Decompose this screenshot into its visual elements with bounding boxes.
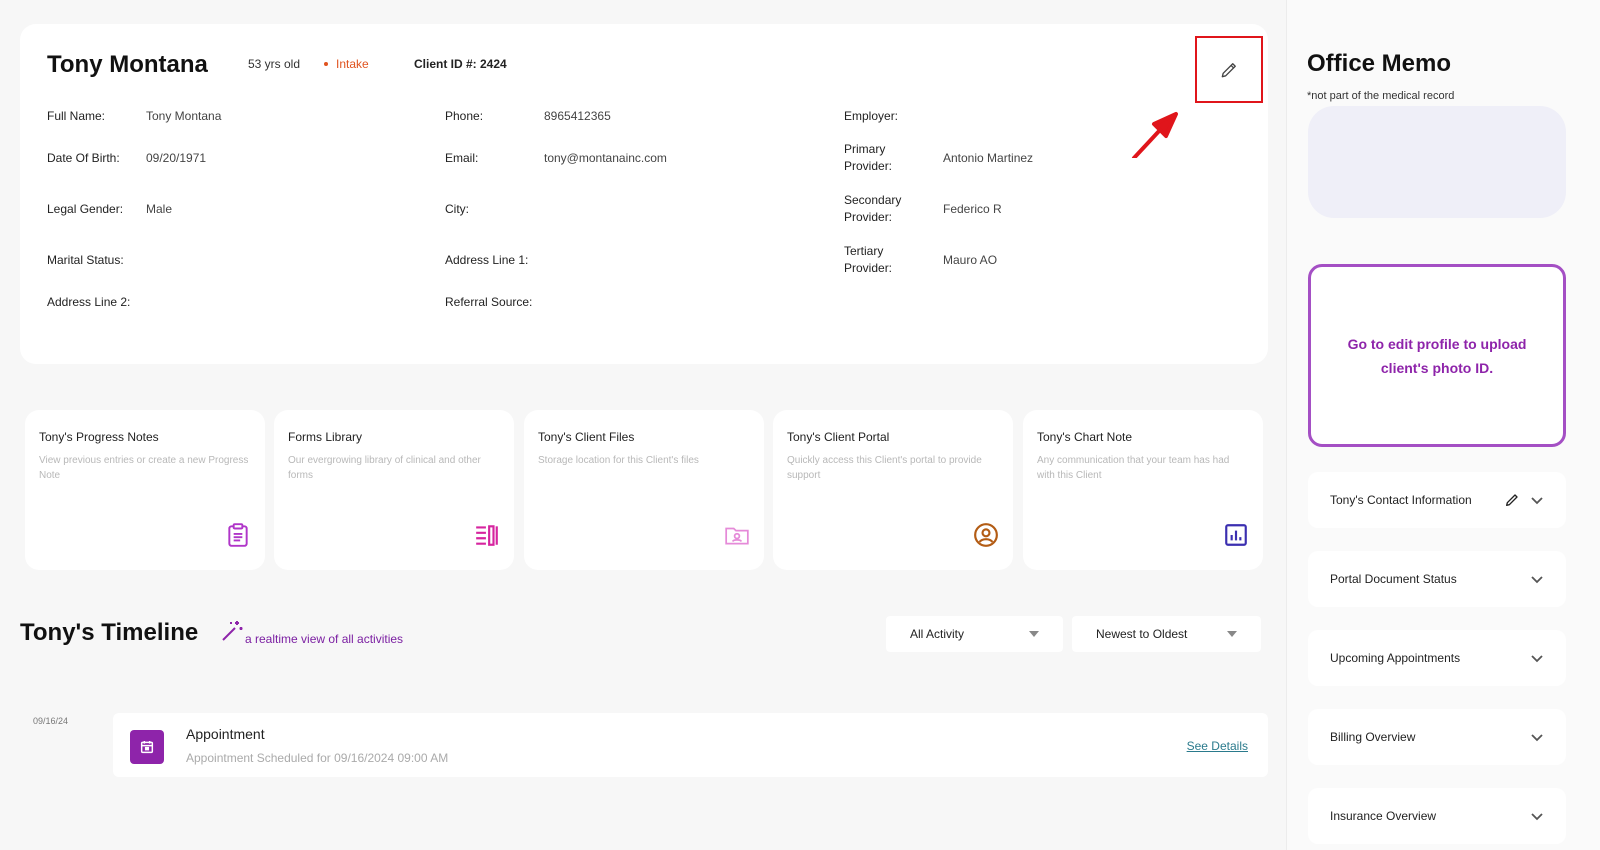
field-label: Secondary Provider: xyxy=(844,193,902,224)
photo-id-placeholder[interactable]: Go to edit profile to upload client's ph… xyxy=(1308,264,1566,447)
tile-description: Storage location for this Client's files xyxy=(538,455,699,466)
accordion-billing-overview[interactable]: Billing Overview xyxy=(1308,709,1566,765)
accordion-label: Upcoming Appointments xyxy=(1330,651,1461,665)
timeline-item-description: Appointment Scheduled for 09/16/2024 09:… xyxy=(186,751,449,765)
field-value: Mauro AO xyxy=(943,253,998,267)
sort-order-value: Newest to Oldest xyxy=(1096,627,1188,641)
caret-down-icon xyxy=(1029,631,1039,637)
tile-description: Quickly access this Client's portal to p… xyxy=(787,455,982,481)
status-dot xyxy=(324,61,328,66)
tile-description: Our evergrowing library of clinical and … xyxy=(288,455,481,481)
tile-title: Forms Library xyxy=(288,430,363,444)
field-label: Primary Provider: xyxy=(844,142,893,173)
accordion-label: Tony's Contact Information xyxy=(1330,493,1472,507)
timeline-subtitle: a realtime view of all activities xyxy=(245,632,404,646)
chevron-down-icon[interactable] xyxy=(1530,574,1544,584)
tile-forms-library[interactable]: Forms Library Our evergrowing library of… xyxy=(274,410,514,570)
user-circle-icon xyxy=(974,523,998,547)
accordion-insurance-overview[interactable]: Insurance Overview xyxy=(1308,788,1566,844)
clipboard-icon xyxy=(228,523,248,547)
tile-title: Tony's Client Files xyxy=(538,430,635,444)
field-value: tony@montanainc.com xyxy=(544,151,667,165)
field-label: Full Name: xyxy=(47,109,106,123)
field-value: Antonio Martinez xyxy=(943,151,1034,165)
magic-wand-icon xyxy=(222,621,243,641)
tile-description: Any communication that your team has had… xyxy=(1037,455,1230,481)
field-value: 09/20/1971 xyxy=(146,151,207,165)
tile-client-files[interactable]: Tony's Client Files Storage location for… xyxy=(524,410,764,570)
tile-client-portal[interactable]: Tony's Client Portal Quickly access this… xyxy=(773,410,1013,570)
tile-title: Tony's Client Portal xyxy=(787,430,890,444)
field-label: Address Line 2: xyxy=(47,295,131,309)
timeline-title: Tony's Timeline xyxy=(20,619,199,646)
client-status-badge: Intake xyxy=(324,57,369,71)
timeline-item-title: Appointment xyxy=(186,726,265,742)
tile-title: Tony's Chart Note xyxy=(1037,430,1132,444)
accordion-label: Billing Overview xyxy=(1330,730,1416,744)
field-label: Legal Gender: xyxy=(47,202,124,216)
tile-chart-note[interactable]: Tony's Chart Note Any communication that… xyxy=(1023,410,1263,570)
field-value: 8965412365 xyxy=(544,109,611,123)
folder-user-icon xyxy=(725,527,749,545)
field-label: Address Line 1: xyxy=(445,253,529,267)
field-label: Phone: xyxy=(445,109,484,123)
chevron-down-icon[interactable] xyxy=(1530,495,1544,505)
field-label: Referral Source: xyxy=(445,295,533,309)
photo-id-prompt: Go to edit profile to upload client's ph… xyxy=(1347,335,1527,376)
accordion-portal-document-status[interactable]: Portal Document Status xyxy=(1308,551,1566,607)
field-label: City: xyxy=(445,202,469,216)
tile-title: Tony's Progress Notes xyxy=(39,430,159,444)
pencil-icon[interactable] xyxy=(1504,492,1520,508)
edit-profile-button[interactable] xyxy=(1195,36,1263,103)
accordion-upcoming-appointments[interactable]: Upcoming Appointments xyxy=(1308,630,1566,686)
client-id: Client ID #: 2424 xyxy=(414,57,507,71)
field-value: Federico R xyxy=(943,202,1002,216)
accordion-label: Insurance Overview xyxy=(1330,809,1437,823)
calendar-icon xyxy=(130,730,164,764)
tile-description: View previous entries or create a new Pr… xyxy=(39,455,249,481)
client-profile-card: Tony Montana 53 yrs old Intake Client ID… xyxy=(20,24,1268,364)
office-memo-note: *not part of the medical record xyxy=(1307,90,1455,102)
field-label: Tertiary Provider: xyxy=(844,244,893,275)
sort-order-select[interactable]: Newest to Oldest xyxy=(1072,616,1261,652)
client-status-label: Intake xyxy=(336,57,369,71)
office-memo-input[interactable] xyxy=(1308,106,1566,218)
timeline-item-date: 09/16/24 xyxy=(33,716,69,726)
see-details-link[interactable]: See Details xyxy=(1187,739,1248,753)
accordion-contact-information[interactable]: Tony's Contact Information xyxy=(1308,472,1566,528)
client-name: Tony Montana xyxy=(47,51,208,78)
chevron-down-icon[interactable] xyxy=(1530,653,1544,663)
client-age: 53 yrs old xyxy=(248,57,301,71)
chevron-down-icon[interactable] xyxy=(1530,811,1544,821)
activity-filter-select[interactable]: All Activity xyxy=(886,616,1063,652)
red-arrow-annotation xyxy=(1132,112,1178,158)
pencil-icon xyxy=(1221,62,1236,77)
field-label: Email: xyxy=(445,151,479,165)
field-value: Tony Montana xyxy=(146,109,222,123)
right-sidebar: Office Memo *not part of the medical rec… xyxy=(1286,0,1600,850)
chart-icon xyxy=(1225,524,1247,546)
timeline-item: Appointment Appointment Scheduled for 09… xyxy=(113,713,1268,777)
field-label: Marital Status: xyxy=(47,253,124,267)
field-label: Employer: xyxy=(844,109,899,123)
library-icon xyxy=(476,525,498,546)
tile-progress-notes[interactable]: Tony's Progress Notes View previous entr… xyxy=(25,410,265,570)
office-memo-title: Office Memo xyxy=(1307,50,1452,77)
caret-down-icon xyxy=(1227,631,1237,637)
field-value: Male xyxy=(146,202,173,216)
activity-filter-value: All Activity xyxy=(910,627,965,641)
field-label: Date Of Birth: xyxy=(47,151,120,165)
accordion-label: Portal Document Status xyxy=(1330,572,1457,586)
chevron-down-icon[interactable] xyxy=(1530,732,1544,742)
